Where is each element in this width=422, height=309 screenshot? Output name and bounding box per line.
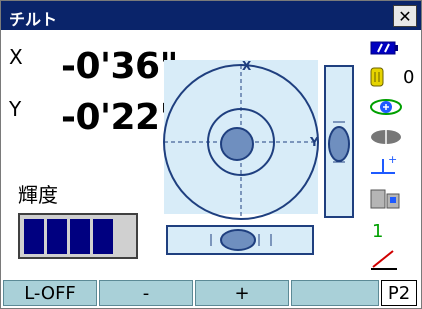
softkey-label: - — [142, 282, 150, 304]
svg-text:+: + — [388, 153, 397, 166]
prism-icon — [370, 99, 402, 115]
circular-bubble — [220, 127, 254, 161]
tilt-display: X Y — [163, 59, 354, 255]
softkey-minus[interactable]: - — [99, 280, 193, 306]
close-button[interactable]: ✕ — [393, 5, 417, 27]
brightness-bar[interactable] — [18, 213, 138, 259]
x-axis-label: X — [9, 45, 23, 69]
tilt-x-axis-label: X — [242, 59, 252, 73]
softkey-l-off[interactable]: L-OFF — [3, 280, 97, 306]
softkey-bar: L-OFF - + P2 — [1, 280, 421, 308]
memory-count: 0 — [403, 67, 415, 88]
softkey-label: + — [234, 282, 250, 304]
recording-icon — [370, 67, 384, 87]
horizontal-bubble — [220, 229, 256, 251]
target-icon — [371, 130, 401, 144]
softkey-empty[interactable] — [291, 280, 379, 306]
tilt-y-axis-label: Y — [309, 135, 319, 149]
level-icon — [370, 189, 400, 209]
brightness-segment — [47, 219, 67, 254]
title-bar: チルト ✕ — [1, 1, 421, 30]
brightness-segment — [93, 219, 113, 254]
brightness-segment — [70, 219, 90, 254]
tilt-window: チルト ✕ X -0'36" Y -0'22" 輝度 X Y 0 + 1 L-O… — [0, 0, 422, 309]
softkey-plus[interactable]: + — [195, 280, 289, 306]
softkey-p2[interactable]: P2 — [381, 280, 417, 306]
instrument-icon: + — [371, 153, 397, 174]
level-number: 1 — [372, 221, 384, 242]
close-icon: ✕ — [398, 6, 412, 26]
vertical-bubble — [328, 126, 350, 162]
window-title: チルト — [9, 10, 58, 29]
y-axis-label: Y — [9, 97, 22, 121]
battery-icon — [370, 41, 398, 55]
pen-icon — [371, 250, 397, 270]
softkey-label: L-OFF — [24, 282, 76, 304]
brightness-label: 輝度 — [18, 183, 58, 207]
softkey-label: P2 — [387, 282, 411, 304]
brightness-segment — [24, 219, 44, 254]
